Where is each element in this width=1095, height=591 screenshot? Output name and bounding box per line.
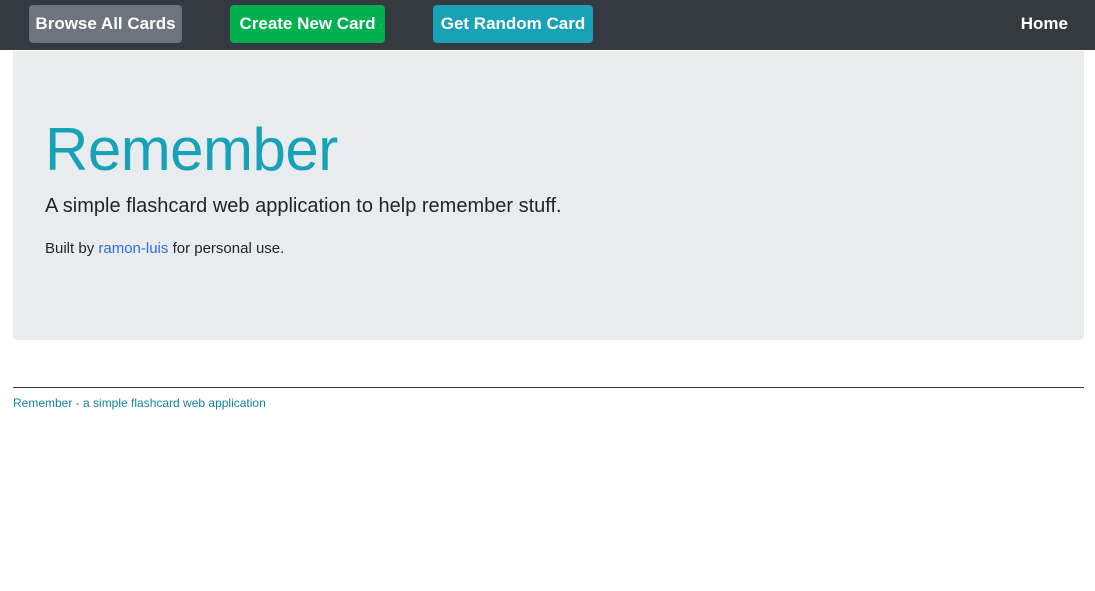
home-link[interactable]: Home (1021, 14, 1068, 34)
hero-lead-text: A simple flashcard web application to he… (45, 195, 562, 217)
byline: Built by ramon-luis for personal use. (45, 239, 284, 259)
browse-all-cards-button[interactable]: Browse All Cards (29, 5, 182, 43)
byline-prefix: Built by (45, 240, 95, 257)
top-navbar: Browse All Cards Create New Card Get Ran… (0, 0, 1095, 50)
author-link[interactable]: ramon-luis (98, 240, 168, 257)
byline-suffix: for personal use. (172, 240, 285, 257)
footer-divider (13, 387, 1084, 388)
page-title: Remember (45, 116, 338, 183)
footer-link[interactable]: Remember - a simple flashcard web applic… (13, 395, 266, 411)
create-new-card-button[interactable]: Create New Card (230, 5, 385, 43)
hero-jumbotron: Remember A simple flashcard web applicat… (13, 51, 1084, 340)
get-random-card-button[interactable]: Get Random Card (433, 5, 593, 43)
